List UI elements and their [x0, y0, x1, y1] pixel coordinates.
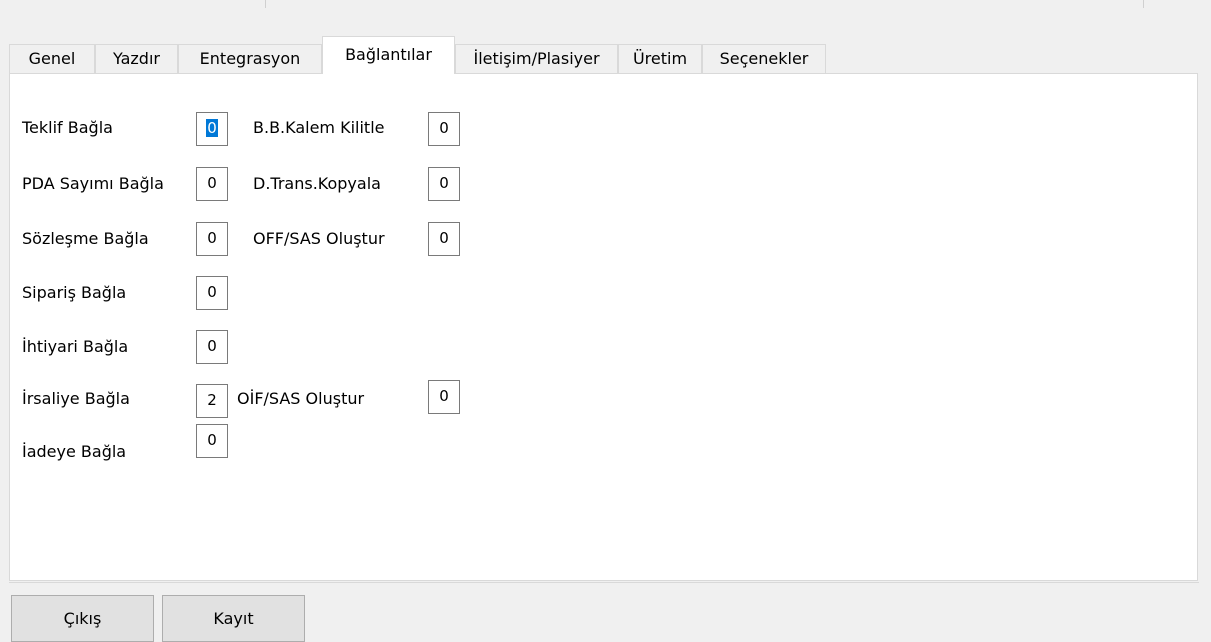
off-sas-olustur-input[interactable]: 0	[428, 222, 460, 256]
off-sas-olustur-label: OFF/SAS Oluştur	[253, 229, 385, 248]
ihtiyari-input[interactable]: 0	[196, 330, 228, 364]
top-separator	[265, 0, 266, 8]
bb-kalem-kilitle-input[interactable]: 0	[428, 112, 460, 146]
tab-yazdir[interactable]: Yazdır	[95, 44, 178, 73]
teklif-label: Teklif Bağla	[22, 118, 113, 137]
top-separator	[1143, 0, 1144, 8]
sozlesme-input[interactable]: 0	[196, 222, 228, 256]
bb-kalem-kilitle-label: B.B.Kalem Kilitle	[253, 118, 385, 137]
tab-entegrasyon[interactable]: Entegrasyon	[178, 44, 322, 73]
siparis-input[interactable]: 0	[196, 276, 228, 310]
dtrans-kopyala-input[interactable]: 0	[428, 167, 460, 201]
tab-uretim[interactable]: Üretim	[618, 44, 702, 73]
top-strip	[0, 0, 1211, 8]
pda-sayimi-input[interactable]: 0	[196, 167, 228, 201]
exit-button[interactable]: Çıkış	[11, 595, 154, 642]
teklif-input[interactable]: 0	[196, 112, 228, 146]
tab-iletisim-plasiyer[interactable]: İletişim/Plasiyer	[455, 44, 618, 73]
irsaliye-label: İrsaliye Bağla	[22, 389, 130, 408]
irsaliye-input[interactable]: 2	[196, 384, 228, 418]
dtrans-kopyala-label: D.Trans.Kopyala	[253, 174, 381, 193]
teklif-value: 0	[206, 119, 218, 137]
button-bar: Çıkış Kayıt	[9, 582, 1199, 642]
tab-genel[interactable]: Genel	[9, 44, 95, 73]
iadeye-input[interactable]: 0	[196, 424, 228, 458]
ihtiyari-label: İhtiyari Bağla	[22, 337, 129, 356]
iadeye-label: İadeye Bağla	[22, 442, 127, 461]
tab-baglantilar[interactable]: Bağlantılar	[322, 36, 455, 74]
save-button[interactable]: Kayıt	[162, 595, 305, 642]
oif-sas-olustur-input[interactable]: 0	[428, 380, 460, 414]
sozlesme-label: Sözleşme Bağla	[22, 229, 149, 248]
oif-sas-olustur-label: OİF/SAS Oluştur	[237, 389, 365, 408]
tab-secenekler[interactable]: Seçenekler	[702, 44, 826, 73]
baglantilar-panel: Teklif Bağla PDA Sayımı Bağla Sözleşme B…	[9, 73, 1198, 581]
pda-sayimi-label: PDA Sayımı Bağla	[22, 174, 164, 193]
siparis-label: Sipariş Bağla	[22, 283, 127, 302]
